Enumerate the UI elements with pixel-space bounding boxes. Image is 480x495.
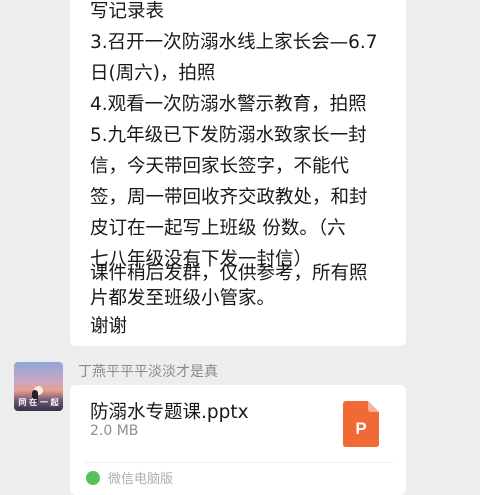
file-source-label: 微信电脑版 xyxy=(108,472,174,487)
message-line: 信，今天带回家长签字，不能代 xyxy=(90,156,350,177)
message-line: 片都发至班级小管家。 xyxy=(90,288,276,309)
sender-name: 丁燕平平平淡淡才是真 xyxy=(78,364,218,380)
pptx-file-icon: P xyxy=(343,401,379,447)
file-icon-letter: P xyxy=(355,419,366,438)
file-size: 2.0 MB xyxy=(90,423,139,439)
message-line: 谢谢 xyxy=(90,316,128,337)
message-line: 日(周六)，拍照 xyxy=(90,63,216,84)
file-name: 防溺水专题课.pptx xyxy=(90,402,249,423)
message-line: 课件稍后发群，仅供参考，所有照 xyxy=(90,263,368,284)
message-line: 4.观看一次防溺水警示教育，拍照 xyxy=(90,94,367,115)
sender-avatar[interactable]: 同 在 一 起 xyxy=(14,362,63,411)
message-line: 3.召开一次防溺水线上家长会—6.7 xyxy=(90,32,378,53)
message-line: 写记录表 xyxy=(90,1,165,22)
wechat-icon xyxy=(86,471,100,485)
message-line: 皮订在一起写上班级 份数。（六 xyxy=(90,218,346,239)
message-line: 5.九年级已下发防溺水致家长一封 xyxy=(90,125,367,146)
avatar-caption: 同 在 一 起 xyxy=(18,398,59,407)
card-divider xyxy=(84,462,394,463)
message-line: 签，周一带回收齐交政教处，和封 xyxy=(90,187,368,208)
